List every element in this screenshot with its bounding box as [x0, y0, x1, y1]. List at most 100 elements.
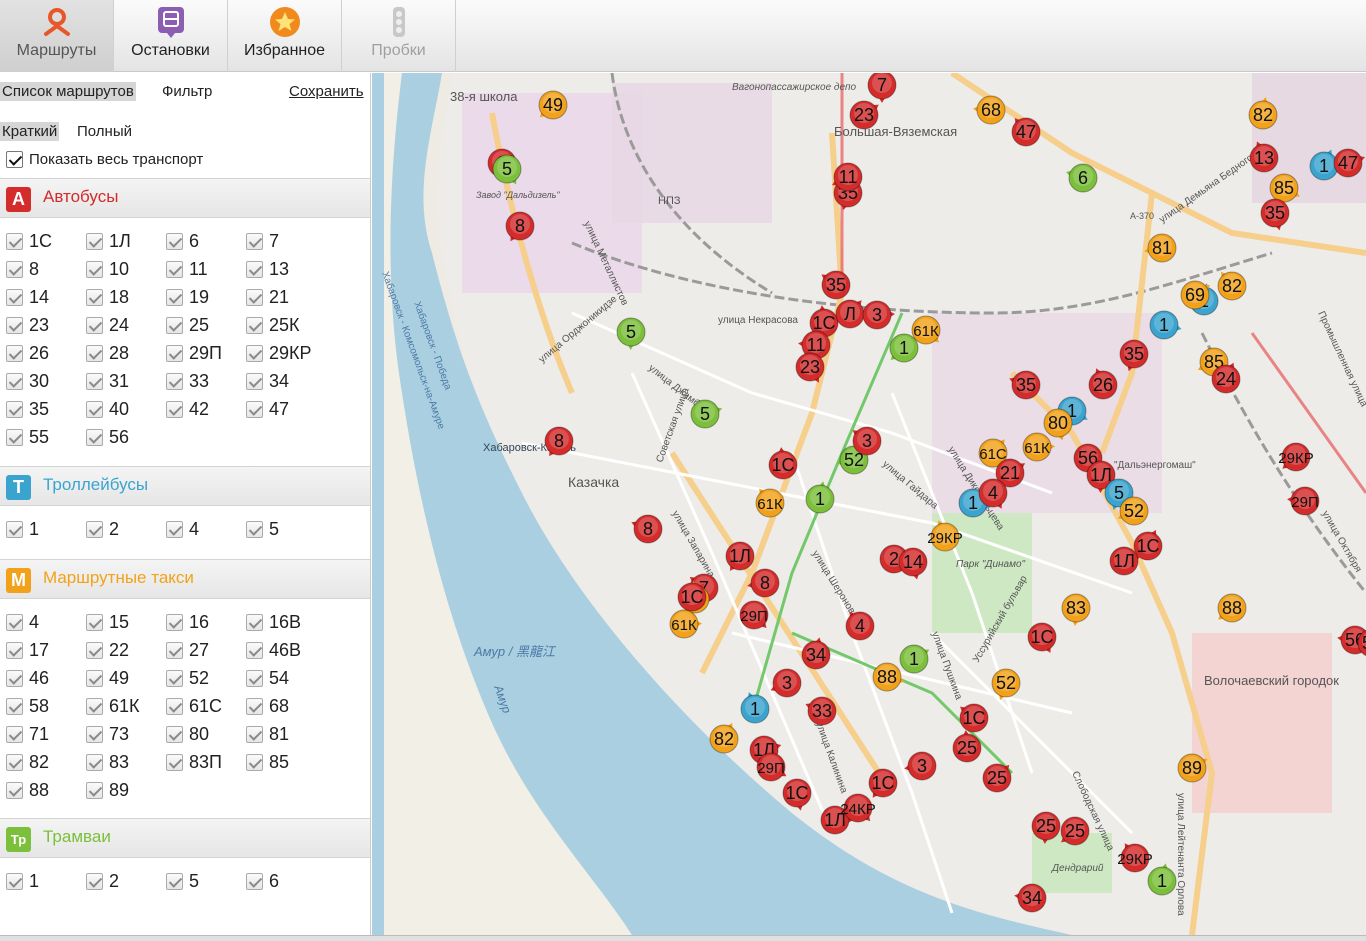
- route-checkbox-item[interactable]: 58: [6, 693, 86, 719]
- route-checkbox[interactable]: [86, 372, 103, 390]
- route-checkbox-item[interactable]: 34: [246, 368, 326, 394]
- route-checkbox-item[interactable]: 8: [6, 256, 86, 282]
- route-checkbox[interactable]: [86, 428, 103, 446]
- tab-traffic[interactable]: Пробки: [342, 0, 456, 72]
- route-checkbox-item[interactable]: 1: [6, 868, 86, 894]
- route-checkbox[interactable]: [6, 725, 23, 743]
- route-checkbox[interactable]: [86, 697, 103, 715]
- route-checkbox[interactable]: [6, 641, 23, 659]
- route-checkbox-item[interactable]: 22: [86, 637, 166, 663]
- route-checkbox[interactable]: [86, 753, 103, 771]
- route-checkbox-item[interactable]: 56: [86, 424, 166, 450]
- route-checkbox-item[interactable]: 24: [86, 312, 166, 338]
- route-checkbox-item[interactable]: 13: [246, 256, 326, 282]
- route-checkbox-item[interactable]: 30: [6, 368, 86, 394]
- route-checkbox-item[interactable]: 11: [166, 256, 246, 282]
- route-checkbox[interactable]: [86, 781, 103, 799]
- route-checkbox[interactable]: [86, 260, 103, 278]
- route-checkbox[interactable]: [246, 613, 263, 631]
- route-checkbox-item[interactable]: 6: [166, 228, 246, 254]
- route-checkbox-item[interactable]: 16В: [246, 609, 326, 635]
- route-checkbox[interactable]: [166, 344, 183, 362]
- route-checkbox-item[interactable]: 61С: [166, 693, 246, 719]
- tab-stops[interactable]: Остановки: [114, 0, 228, 72]
- route-checkbox[interactable]: [86, 613, 103, 631]
- route-checkbox[interactable]: [86, 288, 103, 306]
- route-checkbox[interactable]: [86, 725, 103, 743]
- tab-favorites[interactable]: Избранное: [228, 0, 342, 72]
- section-header[interactable]: Т Троллейбусы: [0, 466, 370, 506]
- route-checkbox[interactable]: [6, 372, 23, 390]
- route-checkbox-item[interactable]: 21: [246, 284, 326, 310]
- route-checkbox[interactable]: [246, 753, 263, 771]
- map-canvas[interactable]: 38-я школа Вагонопассажирское депо Больш…: [372, 73, 1366, 935]
- route-checkbox[interactable]: [246, 872, 263, 890]
- route-checkbox-item[interactable]: 15: [86, 609, 166, 635]
- route-checkbox[interactable]: [6, 753, 23, 771]
- route-checkbox-item[interactable]: 10: [86, 256, 166, 282]
- route-checkbox-item[interactable]: 2: [86, 516, 166, 542]
- route-checkbox[interactable]: [246, 288, 263, 306]
- route-checkbox[interactable]: [86, 316, 103, 334]
- route-checkbox[interactable]: [166, 520, 183, 538]
- route-checkbox-item[interactable]: 89: [86, 777, 166, 803]
- route-checkbox-item[interactable]: 52: [166, 665, 246, 691]
- route-checkbox-item[interactable]: 49: [86, 665, 166, 691]
- route-checkbox[interactable]: [246, 400, 263, 418]
- route-checkbox-item[interactable]: 26: [6, 340, 86, 366]
- route-checkbox[interactable]: [86, 520, 103, 538]
- route-checkbox-item[interactable]: 35: [6, 396, 86, 422]
- route-checkbox[interactable]: [6, 697, 23, 715]
- route-checkbox[interactable]: [86, 400, 103, 418]
- route-checkbox-item[interactable]: 54: [246, 665, 326, 691]
- route-checkbox[interactable]: [246, 641, 263, 659]
- route-checkbox[interactable]: [246, 697, 263, 715]
- route-checkbox[interactable]: [6, 316, 23, 334]
- route-checkbox-item[interactable]: 28: [86, 340, 166, 366]
- section-header[interactable]: А Автобусы: [0, 178, 370, 218]
- route-checkbox[interactable]: [86, 232, 103, 250]
- route-checkbox[interactable]: [246, 669, 263, 687]
- route-checkbox[interactable]: [166, 697, 183, 715]
- route-checkbox-item[interactable]: 47: [246, 396, 326, 422]
- route-checkbox-item[interactable]: 5: [166, 868, 246, 894]
- route-checkbox[interactable]: [246, 232, 263, 250]
- route-checkbox-item[interactable]: 46В: [246, 637, 326, 663]
- route-checkbox[interactable]: [86, 669, 103, 687]
- route-checkbox-item[interactable]: 61К: [86, 693, 166, 719]
- route-checkbox[interactable]: [166, 641, 183, 659]
- route-checkbox-item[interactable]: 85: [246, 749, 326, 775]
- route-checkbox-item[interactable]: 18: [86, 284, 166, 310]
- route-checkbox[interactable]: [166, 232, 183, 250]
- route-checkbox[interactable]: [166, 316, 183, 334]
- route-checkbox-item[interactable]: 29П: [166, 340, 246, 366]
- route-checkbox-item[interactable]: 55: [6, 424, 86, 450]
- route-checkbox-item[interactable]: 31: [86, 368, 166, 394]
- route-list-tab[interactable]: Список маршрутов: [0, 82, 136, 101]
- route-checkbox-item[interactable]: 82: [6, 749, 86, 775]
- route-checkbox[interactable]: [166, 372, 183, 390]
- section-header[interactable]: Тр Трамваи: [0, 818, 370, 858]
- filter-tab[interactable]: Фильтр: [160, 82, 214, 101]
- route-checkbox-item[interactable]: 19: [166, 284, 246, 310]
- route-checkbox[interactable]: [246, 260, 263, 278]
- route-checkbox-item[interactable]: 25К: [246, 312, 326, 338]
- route-checkbox-item[interactable]: 23: [6, 312, 86, 338]
- route-checkbox[interactable]: [246, 725, 263, 743]
- route-checkbox[interactable]: [166, 725, 183, 743]
- route-checkbox[interactable]: [6, 520, 23, 538]
- route-checkbox-item[interactable]: 83П: [166, 749, 246, 775]
- route-checkbox[interactable]: [166, 288, 183, 306]
- tab-routes[interactable]: Маршруты: [0, 0, 114, 72]
- route-checkbox[interactable]: [166, 753, 183, 771]
- route-checkbox-item[interactable]: 33: [166, 368, 246, 394]
- show-all-checkbox[interactable]: [6, 151, 23, 168]
- route-checkbox[interactable]: [6, 669, 23, 687]
- view-full-toggle[interactable]: Полный: [75, 122, 134, 141]
- city-map[interactable]: 38-я школа Вагонопассажирское депо Больш…: [372, 73, 1366, 935]
- route-checkbox[interactable]: [6, 872, 23, 890]
- route-checkbox[interactable]: [86, 344, 103, 362]
- route-checkbox-item[interactable]: 40: [86, 396, 166, 422]
- route-checkbox-item[interactable]: 1С: [6, 228, 86, 254]
- route-checkbox[interactable]: [6, 232, 23, 250]
